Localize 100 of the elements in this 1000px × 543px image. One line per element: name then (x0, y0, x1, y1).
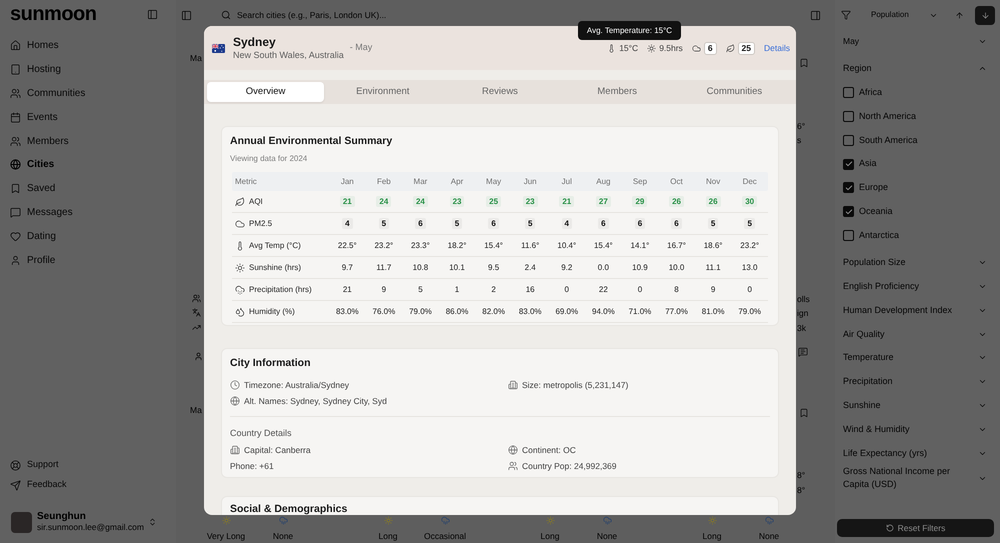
nav-link[interactable]: Saved (10, 176, 166, 201)
sun-icon (384, 516, 392, 525)
filter-section-header[interactable]: Precipitation (843, 370, 987, 394)
column-header: Mar (414, 176, 428, 188)
nav-link[interactable]: Communities (10, 82, 166, 106)
aqi-value: 29 (632, 196, 648, 207)
table-cell: 9 (710, 284, 716, 295)
chip-label: None (272, 531, 294, 541)
row-label: Sunshine (hrs) (249, 262, 302, 274)
checkbox-label[interactable]: Africa (859, 86, 882, 100)
flag-icon (212, 44, 225, 52)
month-select[interactable]: May (843, 31, 987, 51)
filter-section-header[interactable]: Life Expectancy (yrs) (843, 442, 987, 466)
panel-icon[interactable] (810, 10, 821, 20)
table-cell: 69.0% (555, 306, 578, 317)
nav-link[interactable]: Homes (10, 34, 166, 58)
filter-section-header[interactable]: Gross National Income per Capita (USD) (843, 465, 987, 492)
sort-select[interactable]: Population (863, 6, 943, 24)
panel-icon[interactable] (147, 8, 158, 20)
checkbox-label[interactable]: Europe (859, 181, 888, 195)
search-field[interactable]: Search cities (e.g., Paris, London UK)... (237, 7, 537, 23)
table-cell: 8 (674, 284, 679, 295)
bookmark-icon[interactable] (799, 408, 809, 418)
info-text: Continent: OC (522, 444, 576, 456)
tab[interactable]: Reviews (441, 82, 559, 102)
table-cell: 18.2° (448, 240, 466, 251)
nav-link[interactable]: Members (10, 129, 166, 153)
section-subtitle: Country Details (230, 427, 292, 439)
nav-link[interactable]: Events (10, 105, 166, 130)
checkbox-label[interactable]: Asia (859, 157, 877, 171)
calendar-icon (10, 112, 21, 123)
checkbox[interactable] (843, 87, 854, 98)
checkbox-label[interactable]: Antarctica (859, 228, 900, 242)
checkbox-label[interactable]: North America (859, 110, 916, 124)
filter-section-header[interactable]: Wind & Humidity (843, 418, 987, 442)
checkbox[interactable] (843, 134, 854, 146)
checkbox[interactable] (843, 111, 854, 122)
checkbox[interactable] (843, 158, 854, 170)
column-header: Oct (670, 176, 683, 188)
translate-icon (192, 308, 201, 317)
sort-direction-button[interactable] (975, 6, 995, 24)
checkbox[interactable] (843, 182, 854, 194)
people-icon (10, 88, 21, 99)
card-title: Social & Demographics (230, 504, 348, 515)
footer-link[interactable]: Feedback (10, 475, 166, 495)
filter-icon[interactable] (841, 10, 851, 20)
nav-link[interactable]: Messages (10, 200, 166, 224)
filter-section-header[interactable]: English Proficiency (843, 274, 987, 298)
checkbox[interactable] (843, 230, 854, 242)
aqi-value: 23 (450, 196, 464, 207)
trend-line-icon (192, 323, 201, 332)
tab[interactable]: Communities (676, 82, 793, 102)
reset-filters-button[interactable]: Reset Filters (837, 519, 994, 537)
checkbox[interactable] (843, 206, 854, 218)
stat-value: 15°C (619, 42, 638, 54)
pm25-value: 4 (342, 218, 353, 229)
filter-section-header[interactable]: Region (843, 57, 987, 81)
chip-label: Very Long (206, 531, 246, 541)
pm25-value: 5 (452, 218, 462, 229)
heart-icon (10, 230, 21, 242)
bookmark-icon[interactable] (799, 58, 809, 68)
tab[interactable]: Environment (324, 82, 442, 102)
details-link[interactable]: Details (764, 42, 790, 54)
app-logo[interactable]: sunmoon (10, 4, 96, 24)
table-cell: 83.0% (518, 306, 542, 317)
filter-section-header[interactable]: Temperature (843, 346, 987, 370)
sun-icon (546, 516, 554, 525)
column-header: Apr (450, 176, 464, 188)
nav-link[interactable]: Dating (10, 224, 166, 248)
chat-bubble-icon[interactable] (798, 347, 808, 357)
footer-link[interactable]: Support (10, 455, 166, 475)
aqi-value: 24 (412, 196, 428, 207)
table-cell: 79.0% (738, 306, 762, 317)
checkbox-label[interactable]: South America (859, 134, 918, 148)
aqi-value: 21 (559, 196, 574, 207)
tab[interactable]: Overview (207, 82, 324, 102)
checkbox-label[interactable]: Oceania (859, 205, 893, 219)
filter-section-header[interactable]: Air Quality (843, 322, 987, 346)
person-icon (10, 254, 21, 266)
filter-section-header[interactable]: Sunshine (843, 394, 987, 418)
filter-section-header[interactable]: Human Development Index (843, 298, 987, 322)
text-fragment: 8° (797, 485, 806, 495)
text-fragment: Ma (190, 405, 202, 415)
chevrons-up-down-icon[interactable] (148, 517, 157, 527)
info-text: Capital: Canberra (244, 444, 311, 456)
thermometer-icon (235, 240, 245, 250)
tablet-icon (10, 64, 21, 76)
nav-link[interactable]: Hosting (10, 58, 166, 82)
chip-label: Occasional (424, 531, 466, 541)
nav-link[interactable]: Cities (10, 152, 166, 177)
pm25-value: 6 (634, 218, 646, 229)
pm25-value: 6 (598, 218, 609, 229)
panel-icon[interactable] (181, 10, 192, 20)
search-icon (221, 10, 231, 20)
table-cell: 10.4° (557, 240, 576, 251)
nav-link[interactable]: Profile (10, 248, 166, 272)
rotate-arrow-icon (886, 524, 894, 532)
tab[interactable]: Members (558, 82, 676, 102)
table-cell: 14.1° (630, 240, 650, 251)
filter-section-header[interactable]: Population Size (843, 250, 987, 274)
